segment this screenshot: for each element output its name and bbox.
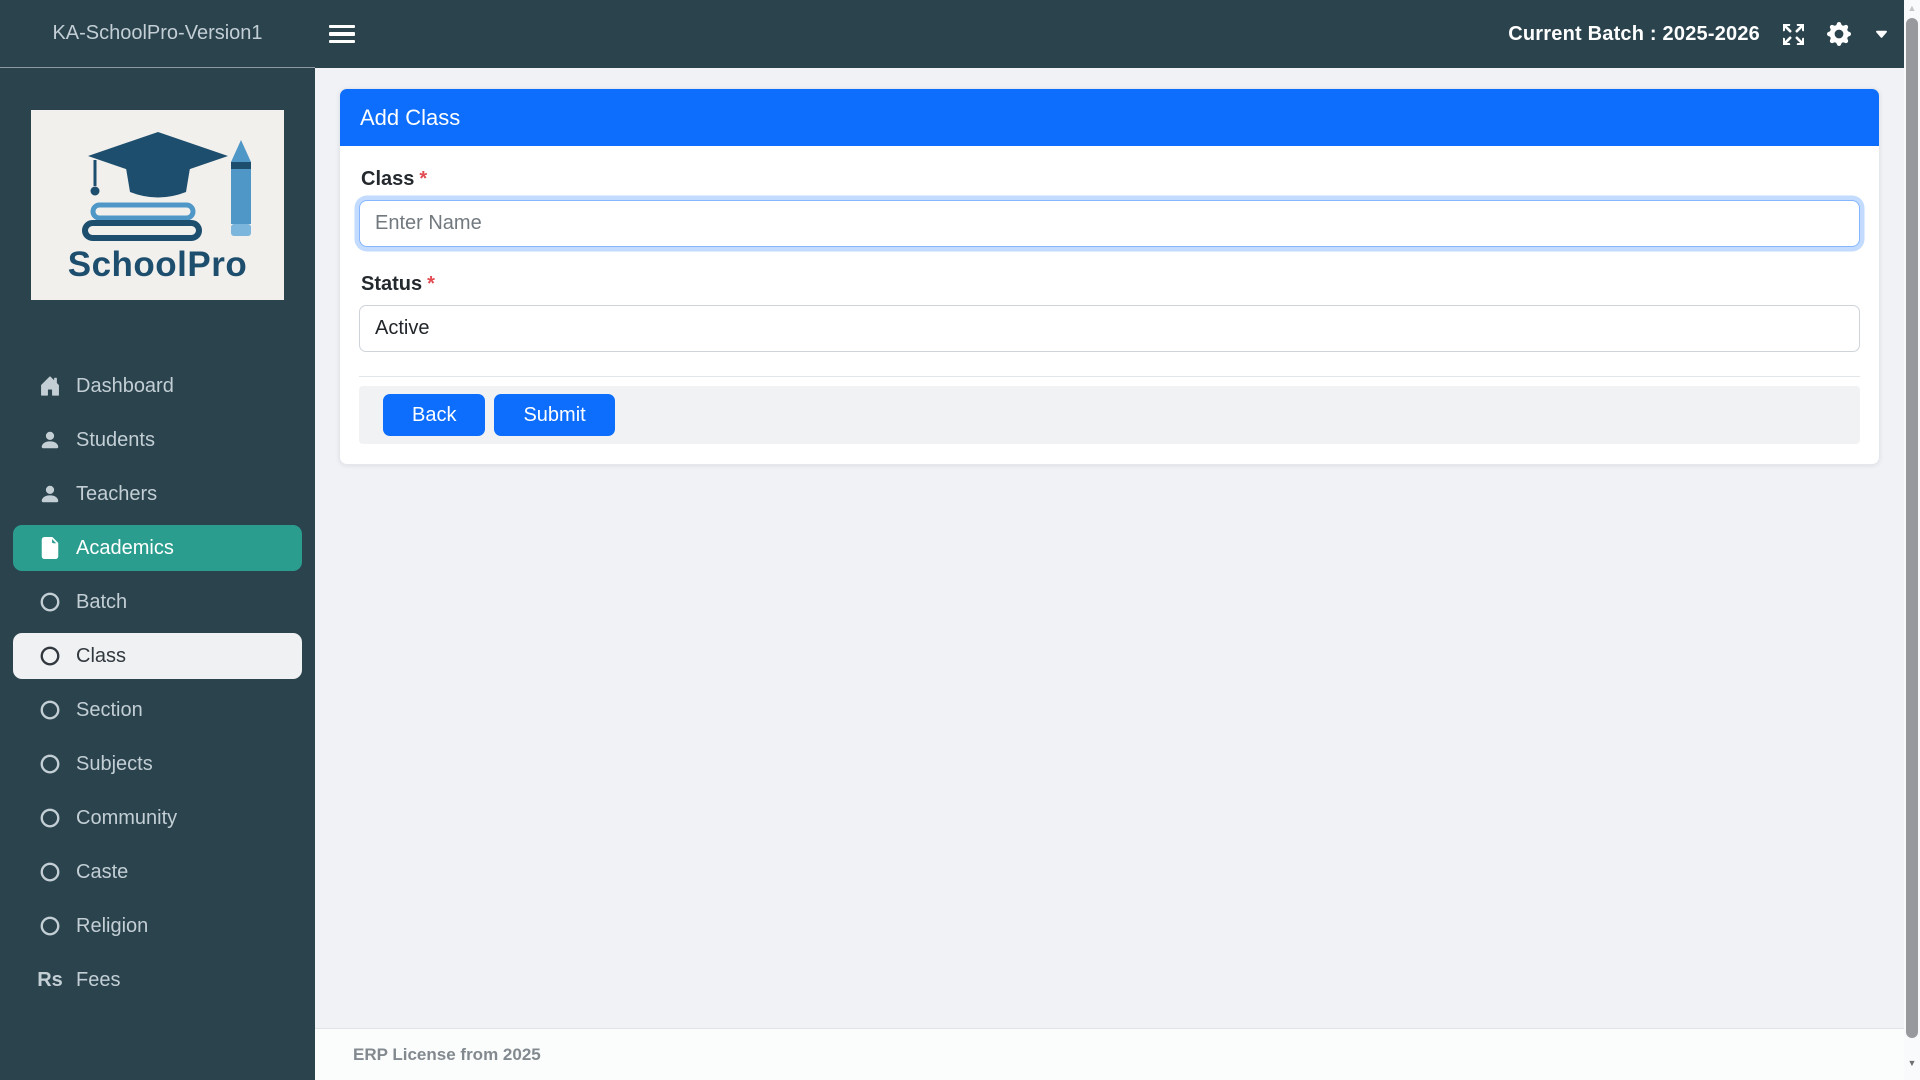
- page-footer: ERP License from 2025: [315, 1028, 1904, 1080]
- sidebar-item-students[interactable]: Students: [13, 417, 302, 463]
- graduation-cap-logo-icon: [43, 126, 273, 244]
- file-icon: [39, 537, 61, 559]
- license-text: ERP License from 2025: [353, 1045, 541, 1065]
- required-asterisk: *: [427, 273, 435, 295]
- card-title: Add Class: [340, 89, 1879, 146]
- current-batch-label: Current Batch : 2025-2026: [1508, 23, 1760, 46]
- circle-icon: [39, 645, 61, 667]
- action-strip: Back Submit: [359, 386, 1860, 444]
- submit-button[interactable]: Submit: [494, 394, 614, 436]
- circle-icon: [39, 591, 61, 613]
- circle-icon: [39, 753, 61, 775]
- fullscreen-icon[interactable]: [1783, 24, 1804, 45]
- circle-icon: [39, 915, 61, 937]
- sidebar-item-dashboard[interactable]: Dashboard: [13, 363, 302, 409]
- menu-toggle-button[interactable]: [329, 21, 355, 48]
- back-button[interactable]: Back: [383, 394, 485, 436]
- school-logo: SchoolPro: [31, 110, 284, 300]
- sidebar: KA-SchoolPro-Version1 SchoolPro Dashboar…: [0, 0, 315, 1080]
- person-icon: [39, 429, 61, 451]
- sidebar-item-caste[interactable]: Caste: [13, 849, 302, 895]
- scrollbar-thumb[interactable]: [1906, 18, 1918, 1038]
- sidebar-item-academics[interactable]: Academics: [13, 525, 302, 571]
- divider: [359, 376, 1860, 377]
- brand-title: KA-SchoolPro-Version1: [0, 0, 315, 68]
- sidebar-item-subjects[interactable]: Subjects: [13, 741, 302, 787]
- status-select[interactable]: Active: [359, 305, 1860, 352]
- status-label: Status*: [361, 273, 1860, 296]
- gear-icon[interactable]: [1827, 22, 1851, 46]
- sidebar-item-batch[interactable]: Batch: [13, 579, 302, 625]
- person-icon: [39, 483, 61, 505]
- sidebar-item-teachers[interactable]: Teachers: [13, 471, 302, 517]
- circle-icon: [39, 861, 61, 883]
- hamburger-icon: [329, 25, 355, 29]
- add-class-card: Add Class Class* Status* Active Back Sub…: [339, 88, 1880, 465]
- sidebar-item-section[interactable]: Section: [13, 687, 302, 733]
- caret-down-icon[interactable]: [1874, 27, 1889, 42]
- class-name-input[interactable]: [359, 200, 1860, 247]
- required-asterisk: *: [419, 168, 427, 190]
- circle-icon: [39, 699, 61, 721]
- sidebar-item-religion[interactable]: Religion: [13, 903, 302, 949]
- sidebar-item-community[interactable]: Community: [13, 795, 302, 841]
- topbar: Current Batch : 2025-2026: [315, 0, 1904, 68]
- circle-icon: [39, 807, 61, 829]
- sidebar-item-fees[interactable]: Rs Fees: [13, 957, 302, 1003]
- sidebar-item-class[interactable]: Class: [13, 633, 302, 679]
- content-area: Add Class Class* Status* Active Back Sub…: [315, 68, 1904, 1028]
- scrollbar-down-arrow[interactable]: ▼: [1904, 1058, 1920, 1068]
- logo-text: SchoolPro: [68, 245, 248, 285]
- rupee-icon: Rs: [39, 969, 61, 991]
- class-label: Class*: [361, 168, 1860, 191]
- sidebar-nav: Dashboard Students Teachers Academics Ba…: [0, 363, 315, 1003]
- home-icon: [39, 375, 61, 397]
- scrollbar-up-arrow[interactable]: ▲: [1904, 3, 1920, 13]
- vertical-scrollbar[interactable]: ▲ ▼: [1904, 0, 1920, 1080]
